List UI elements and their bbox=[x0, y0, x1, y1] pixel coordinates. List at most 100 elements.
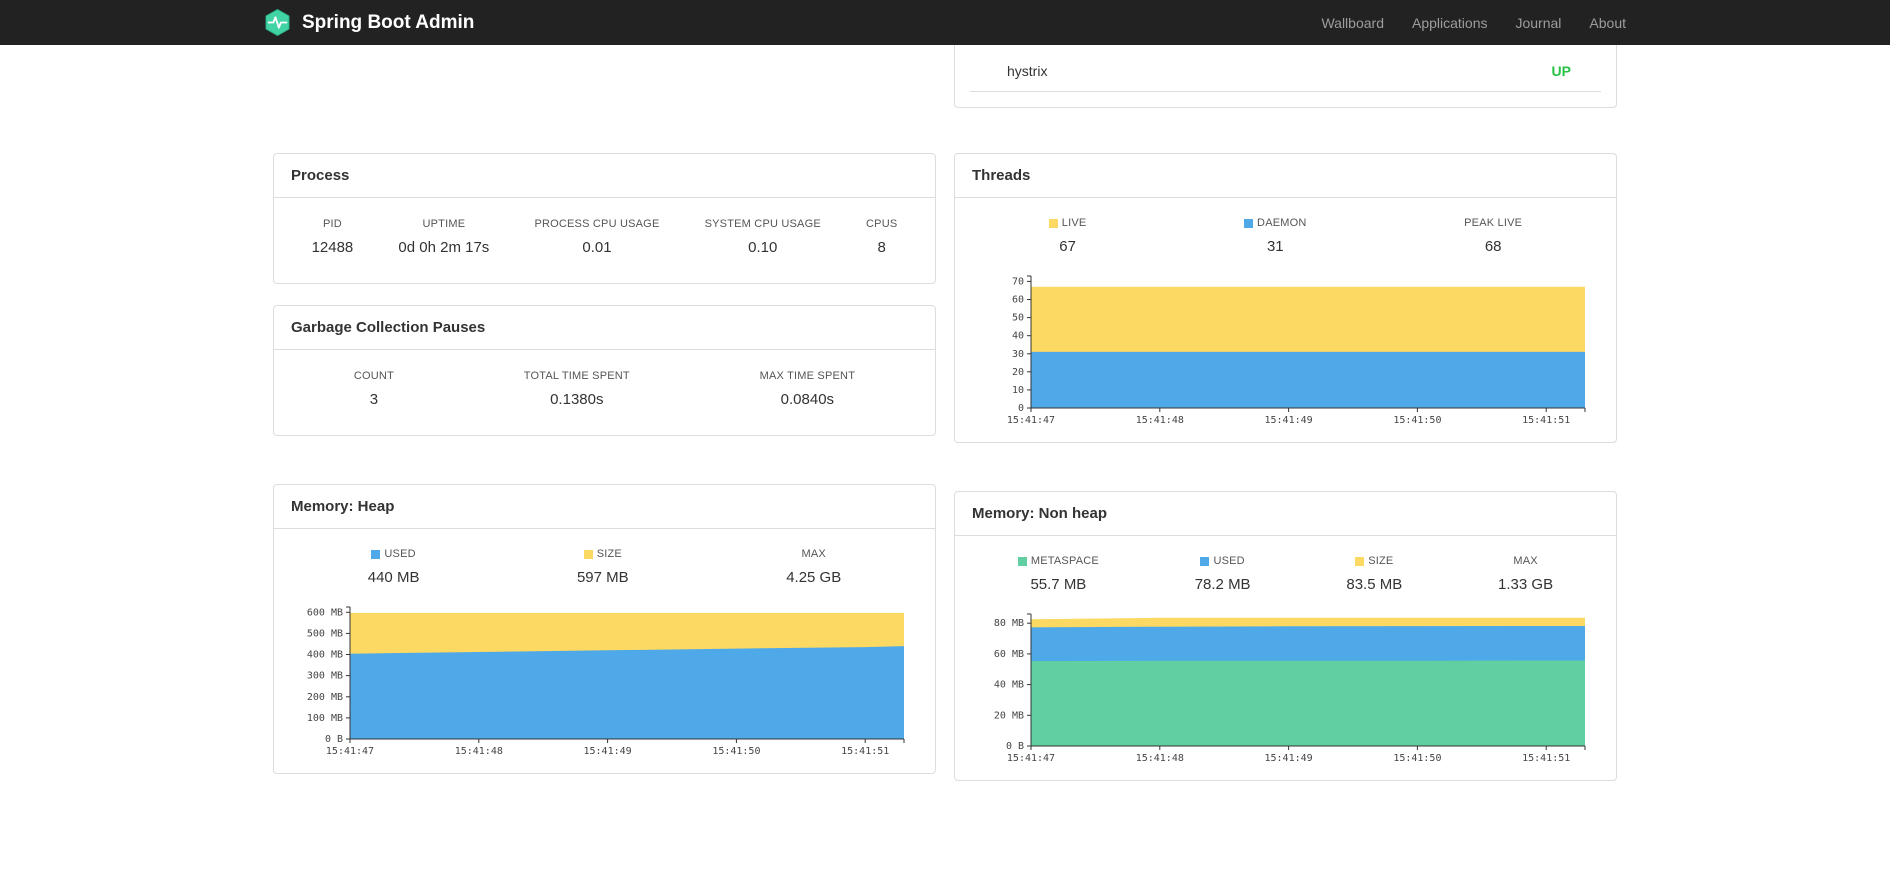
legend-label: USED bbox=[368, 548, 420, 560]
legend-value: 597 MB bbox=[576, 569, 629, 586]
legend-item-daemon: DAEMON 31 bbox=[1244, 217, 1306, 255]
stat-value: 0.01 bbox=[582, 239, 612, 256]
legend-value: 1.33 GB bbox=[1498, 576, 1554, 593]
stat-value: 0.10 bbox=[748, 239, 778, 256]
svg-text:200 MB: 200 MB bbox=[306, 692, 342, 703]
nonheap-area-chart: 0 B 20 MB 40 MB 60 MB 80 MB 15:41:47 15:41:48 1… bbox=[955, 593, 1616, 780]
legend-label-text: MAX bbox=[1513, 555, 1538, 567]
svg-text:50: 50 bbox=[1011, 313, 1023, 324]
legend-value: 83.5 MB bbox=[1346, 576, 1403, 593]
svg-text:15:41:51: 15:41:51 bbox=[1522, 415, 1570, 426]
legend-value: 78.2 MB bbox=[1194, 576, 1251, 593]
legend-label-text: USED bbox=[384, 548, 416, 560]
brand-link[interactable]: Spring Boot Admin bbox=[264, 9, 474, 36]
threads-legend: LIVE 67 DAEMON 31 PEAK LIVE 68 bbox=[955, 198, 1616, 255]
legend-label: MAX bbox=[1498, 555, 1553, 567]
legend-label: SIZE bbox=[577, 548, 629, 560]
stat-value: 3 bbox=[369, 391, 379, 408]
nonheap-panel-title: Memory: Non heap bbox=[955, 492, 1616, 536]
nonheap-legend: METASPACE 55.7 MB USED 78.2 MB SIZE 83.5… bbox=[955, 536, 1616, 593]
stat-label: CPUS bbox=[866, 218, 898, 230]
nav-link-wallboard[interactable]: Wallboard bbox=[1321, 15, 1384, 31]
right-column: hystrix UP Threads LIVE 67 DAEMON 31 PEA… bbox=[954, 45, 1617, 781]
stat-value: 0d 0h 2m 17s bbox=[398, 239, 490, 256]
legend-label-text: SIZE bbox=[596, 548, 622, 560]
legend-item-metaspace: METASPACE 55.7 MB bbox=[1017, 555, 1099, 593]
health-row-hystrix: hystrix UP bbox=[970, 53, 1601, 92]
legend-item-size: SIZE 83.5 MB bbox=[1346, 555, 1402, 593]
brand-title: Spring Boot Admin bbox=[302, 11, 475, 33]
gc-stats: COUNT 3 TOTAL TIME SPENT 0.1380s MAX TIM… bbox=[274, 350, 935, 435]
svg-text:400 MB: 400 MB bbox=[306, 650, 342, 661]
threads-panel: Threads LIVE 67 DAEMON 31 PEAK LIVE 68 0… bbox=[954, 153, 1617, 443]
gc-panel-title: Garbage Collection Pauses bbox=[274, 306, 935, 350]
stat-value: 0.0840s bbox=[780, 391, 835, 408]
legend-value: 31 bbox=[1266, 238, 1284, 255]
left-column: Process PID 12488 UPTIME 0d 0h 2m 17s PR… bbox=[273, 45, 936, 774]
legend-value: 55.7 MB bbox=[1030, 576, 1087, 593]
svg-text:15:41:50: 15:41:50 bbox=[1393, 753, 1441, 764]
svg-text:40: 40 bbox=[1011, 331, 1023, 342]
legend-label-text: USED bbox=[1213, 555, 1245, 567]
svg-text:20 MB: 20 MB bbox=[993, 710, 1023, 721]
stat-item-process-cpu: PROCESS CPU USAGE 0.01 bbox=[534, 218, 659, 256]
health-fragment-panel: hystrix UP bbox=[954, 45, 1617, 108]
nav-link-about[interactable]: About bbox=[1589, 15, 1626, 31]
svg-text:600 MB: 600 MB bbox=[306, 607, 342, 618]
legend-item-max: MAX 4.25 GB bbox=[786, 548, 841, 586]
process-stats: PID 12488 UPTIME 0d 0h 2m 17s PROCESS CP… bbox=[274, 198, 935, 283]
svg-text:15:41:49: 15:41:49 bbox=[583, 746, 631, 757]
svg-text:15:41:48: 15:41:48 bbox=[1135, 415, 1183, 426]
legend-swatch-yellow-icon bbox=[1048, 218, 1058, 228]
legend-value: 4.25 GB bbox=[786, 569, 842, 586]
svg-text:15:41:47: 15:41:47 bbox=[1006, 415, 1054, 426]
nav-link-journal[interactable]: Journal bbox=[1515, 15, 1561, 31]
legend-item-max: MAX 1.33 GB bbox=[1498, 555, 1553, 593]
memory-nonheap-panel: Memory: Non heap METASPACE 55.7 MB USED … bbox=[954, 491, 1617, 781]
legend-label-text: MAX bbox=[801, 548, 826, 560]
svg-text:60 MB: 60 MB bbox=[993, 649, 1023, 660]
stat-label: MAX TIME SPENT bbox=[759, 370, 856, 382]
heap-panel-title: Memory: Heap bbox=[274, 485, 935, 529]
stat-item-cpus: CPUS 8 bbox=[866, 218, 897, 256]
legend-swatch-yellow-icon bbox=[1355, 556, 1365, 566]
legend-label: DAEMON bbox=[1244, 217, 1306, 229]
memory-heap-panel: Memory: Heap USED 440 MB SIZE 597 MB MAX… bbox=[273, 484, 936, 774]
stat-label: PID bbox=[322, 218, 342, 230]
heap-legend: USED 440 MB SIZE 597 MB MAX 4.25 GB bbox=[274, 529, 935, 586]
legend-label: PEAK LIVE bbox=[1464, 217, 1522, 229]
stat-item-total-time: TOTAL TIME SPENT 0.1380s bbox=[524, 370, 630, 408]
legend-value: 440 MB bbox=[367, 569, 420, 586]
legend-label: USED bbox=[1195, 555, 1251, 567]
stat-value: 8 bbox=[877, 239, 886, 256]
legend-label-text: LIVE bbox=[1061, 217, 1087, 229]
legend-label-text: DAEMON bbox=[1257, 217, 1307, 229]
svg-text:15:41:50: 15:41:50 bbox=[712, 746, 760, 757]
svg-text:0: 0 bbox=[1017, 403, 1023, 414]
stat-item-count: COUNT 3 bbox=[354, 370, 394, 408]
svg-text:15:41:51: 15:41:51 bbox=[841, 746, 889, 757]
svg-text:100 MB: 100 MB bbox=[306, 713, 342, 724]
svg-text:0 B: 0 B bbox=[324, 734, 342, 745]
stat-item-max-time: MAX TIME SPENT 0.0840s bbox=[760, 370, 856, 408]
svg-text:15:41:48: 15:41:48 bbox=[1135, 753, 1183, 764]
stat-label: TOTAL TIME SPENT bbox=[523, 370, 630, 382]
svg-text:70: 70 bbox=[1011, 276, 1023, 287]
legend-item-used: USED 78.2 MB bbox=[1195, 555, 1251, 593]
svg-text:15:41:48: 15:41:48 bbox=[454, 746, 502, 757]
stat-value: 0.1380s bbox=[550, 391, 604, 408]
legend-item-live: LIVE 67 bbox=[1048, 217, 1087, 255]
svg-text:60: 60 bbox=[1011, 295, 1023, 306]
svg-text:15:41:49: 15:41:49 bbox=[1264, 415, 1312, 426]
threads-panel-title: Threads bbox=[955, 154, 1616, 198]
nav-link-applications[interactable]: Applications bbox=[1412, 15, 1488, 31]
service-name: hystrix bbox=[1007, 63, 1048, 79]
legend-swatch-blue-icon bbox=[1244, 218, 1254, 228]
spring-boot-admin-logo-icon bbox=[264, 9, 291, 36]
process-panel-title: Process bbox=[274, 154, 935, 198]
svg-text:300 MB: 300 MB bbox=[306, 671, 342, 682]
svg-text:80 MB: 80 MB bbox=[993, 618, 1023, 629]
process-panel: Process PID 12488 UPTIME 0d 0h 2m 17s PR… bbox=[273, 153, 936, 284]
status-badge-up: UP bbox=[1551, 63, 1571, 79]
legend-label-text: PEAK LIVE bbox=[1464, 217, 1523, 229]
